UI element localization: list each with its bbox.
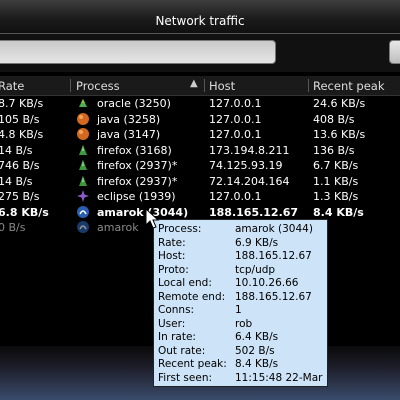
- tooltip-value: 6.4 KB/s: [235, 331, 279, 343]
- column-divider: [204, 79, 205, 92]
- tooltip-value: 6.9 KB/s: [235, 236, 279, 249]
- tooltip-label: Proto:: [158, 263, 189, 276]
- tooltip-value: 188.165.12.67: [235, 250, 312, 262]
- host-cell: 188.165.12.67: [209, 205, 299, 219]
- peak-cell: 408 B/s: [313, 112, 355, 126]
- rate-cell: 14 B/s: [0, 174, 33, 188]
- peak-cell: 1.3 KB/s: [313, 190, 359, 203]
- tooltip-label: Local end:: [158, 277, 212, 289]
- firefox-icon: [79, 175, 87, 186]
- rate-cell: 4.8 KB/s: [0, 128, 44, 141]
- tooltip-label: Host:: [158, 250, 186, 262]
- host-cell: 173.194.8.211: [209, 143, 290, 157]
- process-cell: amarok (3044): [97, 205, 189, 219]
- peak-cell: 1.1 KB/s: [313, 174, 359, 188]
- process-cell: java (3147): [97, 128, 161, 141]
- table-row[interactable]: 14 B/s firefox (2937)* 72.14.204.164 1.1…: [0, 174, 400, 190]
- sort-ascending-icon: ▲: [190, 78, 198, 89]
- host-cell: 74.125.93.19: [209, 159, 283, 172]
- peak-cell: 24.6 KB/s: [313, 97, 366, 110]
- tooltip-value: tcp/udp: [235, 263, 276, 276]
- mouse-pointer-icon: [145, 208, 160, 229]
- java-icon: [77, 112, 89, 125]
- table-row[interactable]: 4.8 KB/s java (3147) 127.0.0.1 13.6 KB/s: [0, 127, 400, 143]
- process-cell: eclipse (1939): [97, 190, 176, 203]
- toolbar-button[interactable]: [389, 40, 400, 64]
- eclipse-icon: [77, 190, 89, 202]
- tooltip-value: 1: [235, 304, 242, 316]
- column-header-host[interactable]: Host: [209, 79, 235, 93]
- column-header-peak[interactable]: Recent peak: [313, 79, 384, 93]
- column-header-rate[interactable]: Rate: [0, 79, 24, 93]
- column-divider: [308, 79, 309, 92]
- process-cell: firefox (2937)*: [97, 174, 178, 188]
- tooltip-label: Rate:: [158, 236, 186, 249]
- tooltip-value: 10.10.26.66: [235, 277, 299, 289]
- column-divider: [70, 79, 71, 92]
- amarok-icon: [77, 205, 89, 218]
- host-cell: 127.0.0.1: [209, 190, 262, 203]
- process-cell: firefox (2937)*: [97, 159, 178, 172]
- table-row[interactable]: 275 B/s eclipse (1939) 127.0.0.1 1.3 KB/…: [0, 189, 400, 205]
- tooltip-label: First seen:: [158, 371, 213, 384]
- table-header: Rate Process ▲ Host Recent peak: [0, 76, 400, 96]
- table-row[interactable]: 14 B/s firefox (3168) 173.194.8.211 136 …: [0, 143, 400, 159]
- amarok-icon: [77, 221, 89, 233]
- peak-cell: 13.6 KB/s: [313, 128, 366, 141]
- process-cell: firefox (3168): [97, 143, 172, 157]
- host-cell: 127.0.0.1: [209, 128, 262, 141]
- process-cell: java (3258): [97, 112, 161, 126]
- java-icon: [77, 128, 89, 140]
- rate-cell: 8.7 KB/s: [0, 97, 44, 110]
- rate-cell: 6.8 KB/s: [0, 205, 49, 219]
- rate-cell: 275 B/s: [0, 190, 40, 203]
- host-cell: 127.0.0.1: [209, 97, 262, 110]
- oracle-icon: [79, 99, 87, 107]
- tooltip-value: amarok (3044): [235, 223, 313, 235]
- tooltip-label: Conns:: [158, 304, 195, 316]
- title-bar: Network traffic: [0, 0, 400, 34]
- peak-cell: 136 B/s: [313, 143, 355, 157]
- filter-input[interactable]: [0, 40, 276, 64]
- firefox-icon: [79, 160, 87, 170]
- tooltip-value: 188.165.12.67: [235, 290, 312, 303]
- tooltip-value: 8.4 KB/s: [235, 358, 279, 370]
- process-cell: oracle (3250): [97, 97, 171, 110]
- host-cell: 127.0.0.1: [209, 112, 262, 126]
- table-row[interactable]: 6.8 KB/s amarok (3044) 188.165.12.67 8.4…: [0, 205, 400, 221]
- tooltip-label: Recent peak:: [158, 358, 227, 370]
- rate-cell: 0 B/s: [0, 221, 26, 234]
- column-header-process[interactable]: Process: [76, 79, 120, 93]
- tooltip-label: User:: [158, 317, 186, 330]
- peak-cell: 6.7 KB/s: [313, 159, 359, 172]
- traffic-table: 8.7 KB/s oracle (3250) 127.0.0.1 24.6 KB…: [0, 96, 400, 236]
- firefox-icon: [79, 144, 87, 155]
- rate-cell: 14 B/s: [0, 143, 33, 157]
- process-cell: amarok: [97, 221, 139, 234]
- tooltip-value: 11:15:48 22-Mar: [235, 371, 323, 384]
- process-tooltip: Process: amarok (3044) Rate: 6.9 KB/s Ho…: [153, 219, 328, 387]
- host-cell: 72.14.204.164: [209, 174, 290, 188]
- table-row[interactable]: 8.7 KB/s oracle (3250) 127.0.0.1 24.6 KB…: [0, 96, 400, 112]
- rate-cell: 746 B/s: [0, 159, 40, 172]
- tooltip-label: In rate:: [158, 331, 196, 343]
- rate-cell: 105 B/s: [0, 112, 40, 126]
- tooltip-label: Process:: [158, 223, 202, 235]
- peak-cell: 8.4 KB/s: [313, 205, 364, 219]
- tooltip-label: Out rate:: [158, 344, 206, 357]
- tooltip-value: rob: [235, 317, 253, 330]
- window-title: Network traffic: [155, 14, 245, 28]
- table-row[interactable]: 105 B/s java (3258) 127.0.0.1 408 B/s: [0, 112, 400, 128]
- table-row[interactable]: 746 B/s firefox (2937)* 74.125.93.19 6.7…: [0, 158, 400, 174]
- tooltip-label: Remote end:: [158, 290, 226, 303]
- tooltip-value: 502 B/s: [235, 344, 275, 357]
